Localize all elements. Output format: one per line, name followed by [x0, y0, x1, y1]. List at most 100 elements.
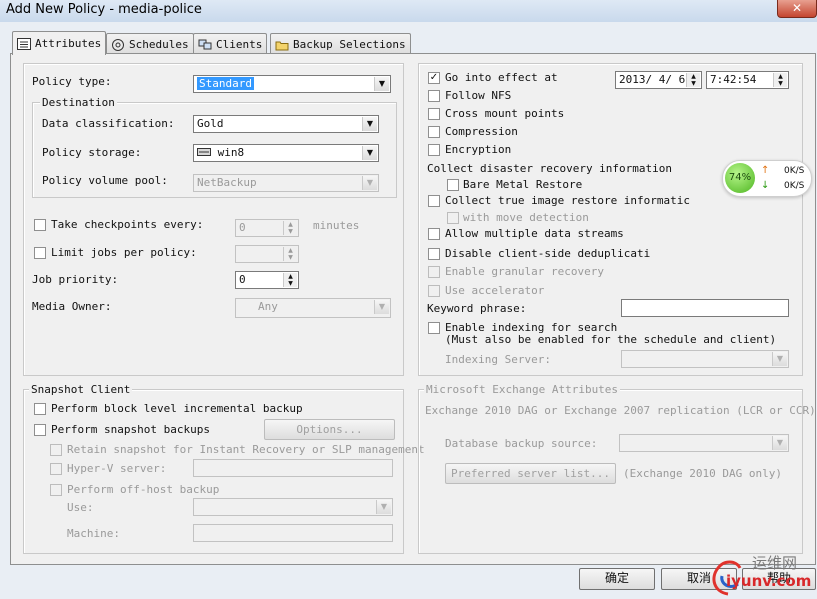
- data-classification-label: Data classification:: [42, 117, 175, 130]
- policy-type-select[interactable]: Standard ▼: [193, 75, 391, 93]
- tab-schedules[interactable]: Schedules: [106, 33, 194, 55]
- collect-dr-label: Collect disaster recovery information: [427, 162, 673, 175]
- options-button[interactable]: Options...: [264, 419, 395, 440]
- hyperv-server-input[interactable]: [193, 459, 393, 477]
- schedules-icon: [111, 38, 125, 51]
- watermark-text: 运维网: [752, 554, 798, 572]
- preferred-note: (Exchange 2010 DAG only): [623, 467, 782, 480]
- go-into-effect-label: Go into effect at: [445, 71, 558, 84]
- encryption-checkbox[interactable]: [428, 144, 440, 156]
- block-level-label: Perform block level incremental backup: [51, 402, 303, 415]
- network-usage-gauge: 74%: [725, 163, 755, 193]
- allow-multiple-checkbox[interactable]: [428, 228, 440, 240]
- job-priority-label: Job priority:: [32, 273, 119, 286]
- storage-unit-icon: [197, 148, 211, 156]
- chevron-down-icon: ▼: [374, 300, 389, 314]
- db-source-select[interactable]: ▼: [619, 434, 789, 452]
- policy-storage-value: win8: [217, 146, 245, 159]
- granular-recovery-label: Enable granular recovery: [445, 265, 604, 278]
- chevron-down-icon: ▼: [376, 500, 391, 514]
- media-owner-value: Any: [258, 300, 278, 313]
- effective-date-picker[interactable]: 2013/ 4/ 6 ▲ ▼: [615, 71, 702, 89]
- close-button[interactable]: ✕: [777, 0, 817, 18]
- offhost-use-select[interactable]: ▼: [193, 498, 393, 516]
- policy-storage-label: Policy storage:: [42, 146, 142, 159]
- upload-arrow-icon: ↑: [761, 165, 770, 176]
- follow-nfs-label: Follow NFS: [445, 89, 512, 102]
- accelerator-checkbox[interactable]: [428, 285, 440, 297]
- block-level-checkbox[interactable]: [34, 403, 46, 415]
- granular-recovery-checkbox[interactable]: [428, 266, 440, 278]
- indexing-note: (Must also be enabled for the schedule a…: [445, 333, 777, 346]
- ok-button[interactable]: 确定: [579, 568, 655, 590]
- watermark-logo: 运维网 iyunv.com: [708, 552, 814, 598]
- snapshot-client-legend: Snapshot Client: [29, 383, 133, 396]
- cross-mount-checkbox[interactable]: [428, 108, 440, 120]
- effective-time-value: 7:42:54: [710, 73, 757, 86]
- go-into-effect-checkbox[interactable]: ✓: [428, 72, 440, 84]
- chevron-down-icon: ▼: [362, 117, 377, 131]
- collect-true-image-label: Collect true image restore informatic: [445, 194, 691, 207]
- chevron-down-icon: ▼: [362, 176, 377, 190]
- retain-snapshot-label: Retain snapshot for Instant Recovery or …: [67, 443, 425, 456]
- db-source-label: Database backup source:: [445, 437, 598, 450]
- hyperv-checkbox[interactable]: [50, 463, 62, 475]
- preferred-server-button[interactable]: Preferred server list...: [445, 463, 616, 484]
- perform-snapshot-label: Perform snapshot backups: [51, 423, 210, 436]
- job-priority-stepper[interactable]: 0 ▲ ▼: [235, 271, 299, 289]
- encryption-label: Encryption: [445, 143, 512, 156]
- data-classification-select[interactable]: Gold ▼: [193, 115, 379, 133]
- machine-input[interactable]: [193, 524, 393, 542]
- media-owner-label: Media Owner:: [32, 300, 112, 313]
- indexing-server-select[interactable]: ▼: [621, 350, 789, 368]
- media-owner-select[interactable]: Any ▼: [235, 298, 391, 318]
- tab-label: Clients: [216, 38, 263, 51]
- spin-arrows-icon: ▲ ▼: [773, 73, 787, 87]
- checkpoint-interval-value: 0: [239, 221, 246, 234]
- usage-percent: 74%: [728, 172, 752, 183]
- cross-mount-label: Cross mount points: [445, 107, 565, 120]
- tab-label: Schedules: [129, 38, 189, 51]
- checkmark-icon: ✓: [429, 72, 439, 83]
- policy-volume-pool-select[interactable]: NetBackup ▼: [193, 174, 379, 192]
- window-title: Add New Policy - media-police: [6, 2, 202, 17]
- disable-dedup-checkbox[interactable]: [428, 248, 440, 260]
- download-rate: 0K/S: [784, 181, 805, 191]
- download-arrow-icon: ↓: [761, 180, 770, 191]
- tab-backup-selections[interactable]: Backup Selections: [270, 33, 411, 55]
- perform-snapshot-checkbox[interactable]: [34, 424, 46, 436]
- take-checkpoints-checkbox[interactable]: [34, 219, 46, 231]
- checkpoint-interval-stepper[interactable]: 0 ▲ ▼: [235, 219, 299, 237]
- follow-nfs-checkbox[interactable]: [428, 90, 440, 102]
- offhost-label: Perform off-host backup: [67, 483, 220, 496]
- enable-indexing-checkbox[interactable]: [428, 322, 440, 334]
- tab-attributes[interactable]: Attributes: [12, 31, 107, 55]
- exchange-legend: Microsoft Exchange Attributes: [424, 383, 621, 396]
- limit-jobs-checkbox[interactable]: [34, 247, 46, 259]
- bare-metal-checkbox[interactable]: [447, 179, 459, 191]
- tab-label: Attributes: [35, 37, 102, 50]
- policy-storage-select[interactable]: win8 ▼: [193, 144, 379, 162]
- move-detection-label: with move detection: [463, 211, 589, 224]
- limit-jobs-stepper[interactable]: ▲ ▼: [235, 245, 299, 263]
- attributes-icon: [17, 37, 31, 50]
- spin-arrows-icon: ▲ ▼: [283, 221, 297, 235]
- chevron-down-icon: ▼: [772, 352, 787, 366]
- compression-checkbox[interactable]: [428, 126, 440, 138]
- effective-date-value: 2013/ 4/ 6: [619, 73, 686, 86]
- chevron-down-icon: ▼: [772, 436, 787, 450]
- backup-selections-icon: [275, 39, 289, 51]
- chevron-down-icon: ▼: [362, 146, 377, 160]
- move-detection-checkbox[interactable]: [447, 212, 459, 224]
- collect-true-image-checkbox[interactable]: [428, 195, 440, 207]
- keyword-input[interactable]: [621, 299, 789, 317]
- tab-clients[interactable]: Clients: [193, 33, 268, 55]
- destination-legend: Destination: [40, 96, 117, 109]
- exchange-desc: Exchange 2010 DAG or Exchange 2007 repli…: [425, 404, 816, 417]
- offhost-checkbox[interactable]: [50, 484, 62, 496]
- retain-snapshot-checkbox[interactable]: [50, 444, 62, 456]
- machine-label: Machine:: [67, 527, 120, 540]
- tab-label: Backup Selections: [293, 38, 406, 51]
- take-checkpoints-label: Take checkpoints every:: [51, 218, 204, 231]
- effective-time-picker[interactable]: 7:42:54 ▲ ▼: [706, 71, 789, 89]
